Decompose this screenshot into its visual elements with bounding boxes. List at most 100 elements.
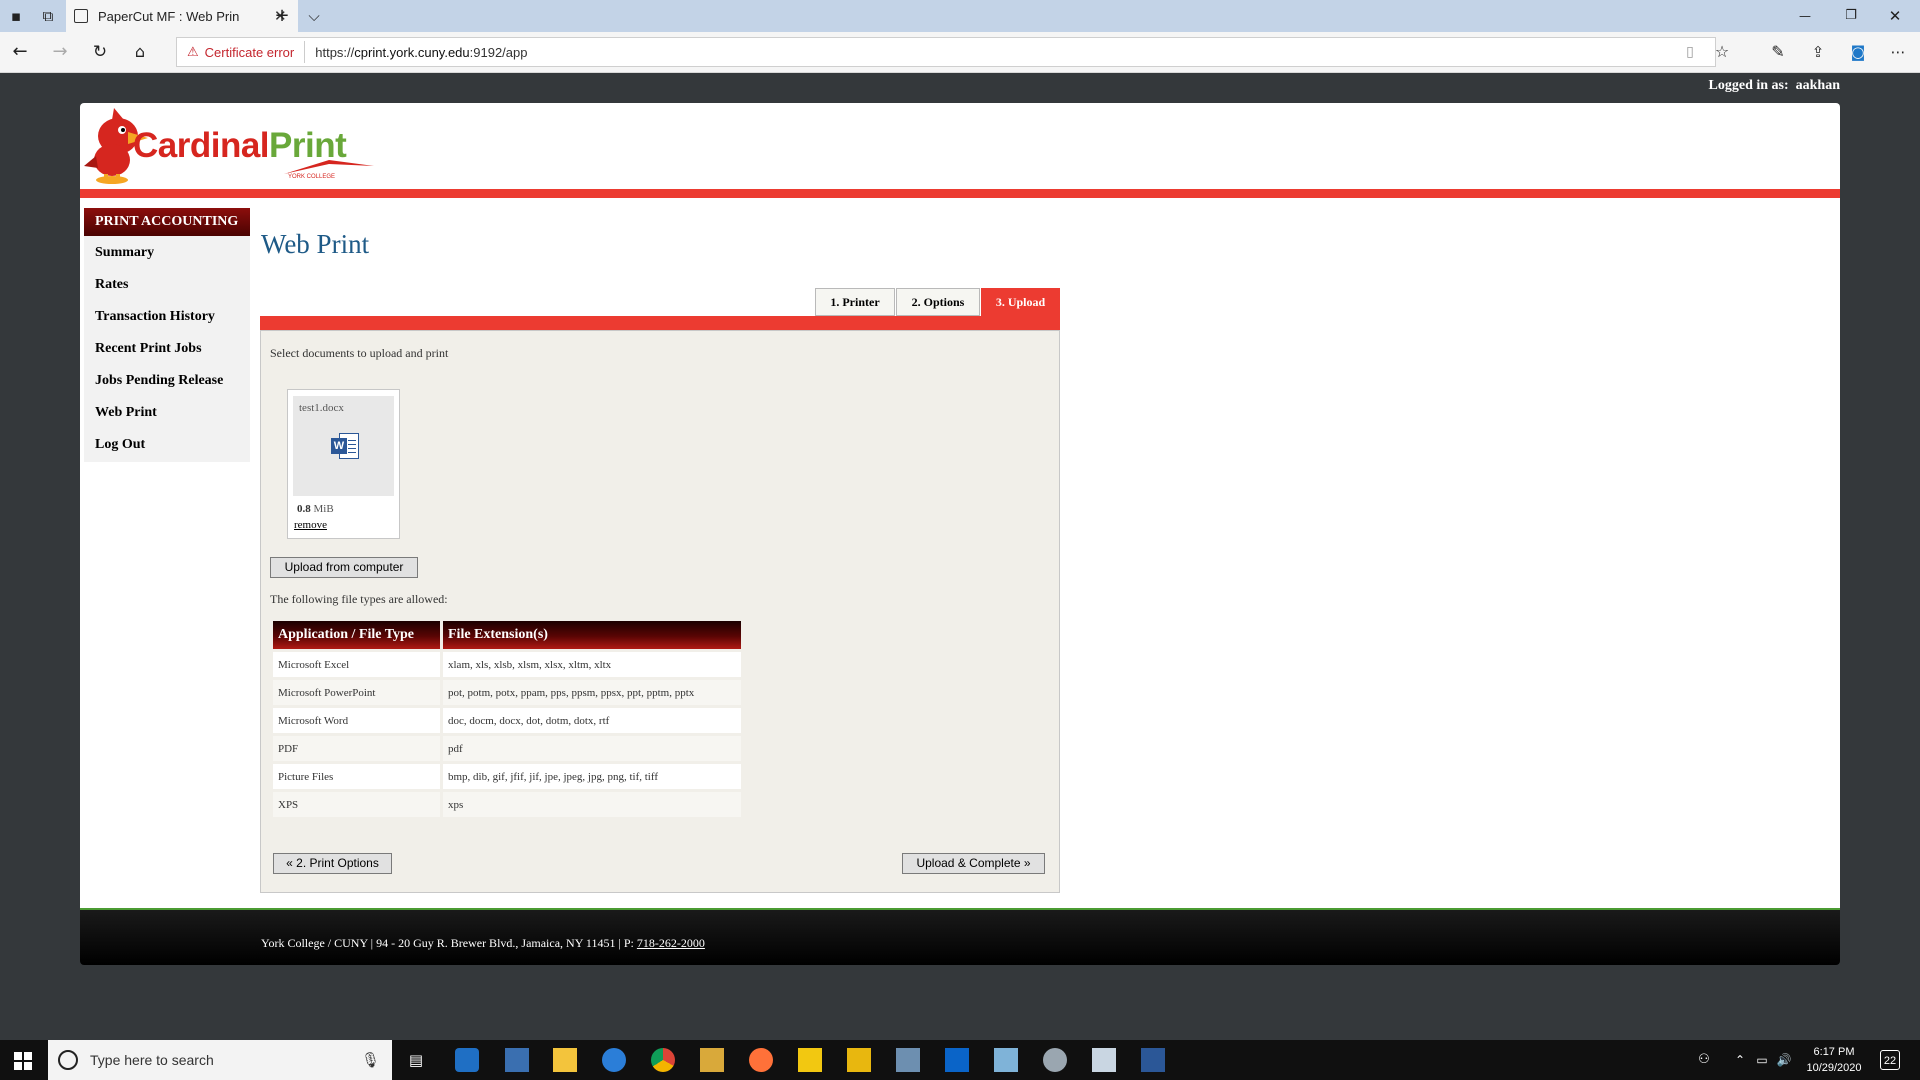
windows-start-icon[interactable]	[14, 1052, 32, 1070]
sidebar-item-summary[interactable]: Summary	[84, 236, 250, 268]
address-bar[interactable]: ⚠ Certificate error https://cprint.york.…	[176, 37, 1716, 67]
people-icon[interactable]: ⚇	[1694, 1044, 1714, 1076]
clock-date: 10/29/2020	[1806, 1062, 1862, 1074]
search-icon	[58, 1050, 78, 1070]
network-app-taskbar-icon[interactable]	[505, 1048, 529, 1072]
tab-list-chevron-icon[interactable]: ⌵	[302, 0, 326, 32]
charts-app-taskbar-icon[interactable]	[847, 1048, 871, 1072]
remote-desktop-taskbar-icon[interactable]	[896, 1048, 920, 1072]
sidebar-item-transaction-history[interactable]: Transaction History	[84, 300, 250, 332]
notification-center-icon[interactable]: 22	[1880, 1050, 1900, 1070]
logo-subtitle: YORK COLLEGE	[288, 174, 336, 180]
tools-taskbar-icon[interactable]	[700, 1048, 724, 1072]
chrome-taskbar-icon[interactable]	[651, 1048, 675, 1072]
footer-address: York College / CUNY | 94 - 20 Guy R. Bre…	[261, 936, 634, 950]
certificate-error-indicator[interactable]: ⚠ Certificate error	[187, 45, 294, 60]
home-icon[interactable]: ⌂	[128, 36, 152, 68]
remove-file-link[interactable]: remove	[294, 519, 327, 531]
step-tab-upload[interactable]: 3. Upload	[981, 288, 1060, 316]
file-types-table: Application / File Type File Extension(s…	[270, 618, 744, 820]
tray-chevron-up-icon[interactable]: ⌃	[1730, 1044, 1750, 1076]
file-explorer-taskbar-icon[interactable]	[553, 1048, 577, 1072]
table-cell-extensions: bmp, dib, gif, jfif, jif, jpe, jpeg, jpg…	[443, 764, 741, 789]
footer-phone-link[interactable]: 718-262-2000	[637, 936, 705, 950]
tab-actions-icon[interactable]: ▪	[4, 0, 28, 32]
warning-icon: ⚠	[187, 44, 199, 60]
edge-taskbar-icon[interactable]	[455, 1048, 479, 1072]
footer-text: York College / CUNY | 94 - 20 Guy R. Bre…	[261, 936, 705, 951]
taskbar-clock[interactable]: 6:17 PM 10/29/2020	[1794, 1044, 1874, 1076]
logo-cardinal: Cardinal	[133, 126, 270, 165]
tab-active[interactable]: PaperCut MF : Web Prin ✕	[66, 0, 298, 32]
tab-title: PaperCut MF : Web Prin	[98, 8, 240, 24]
refresh-icon[interactable]: ↻	[88, 36, 112, 68]
firefox-taskbar-icon[interactable]	[749, 1048, 773, 1072]
set-aside-tabs-icon[interactable]: ⧉	[36, 0, 60, 32]
microphone-icon[interactable]: 🎙	[361, 1051, 380, 1069]
url-rest: :9192/app	[469, 44, 528, 60]
url-scheme: https://	[315, 44, 355, 60]
taskbar-search-box[interactable]: Type here to search 🎙	[48, 1040, 392, 1080]
sidebar-item-jobs-pending-release[interactable]: Jobs Pending Release	[84, 364, 250, 396]
page-title: Web Print	[261, 229, 370, 259]
task-view-icon[interactable]: ▤	[404, 1044, 428, 1076]
extension-icon[interactable]: ◙	[1846, 36, 1870, 68]
power-bi-taskbar-icon[interactable]	[798, 1048, 822, 1072]
window-close-button[interactable]: ✕	[1882, 0, 1908, 32]
certificate-error-label: Certificate error	[204, 44, 295, 60]
table-cell-extensions: doc, docm, docx, dot, dotm, dotx, rtf	[443, 708, 741, 733]
table-row: Microsoft Excel xlam, xls, xlsb, xlsm, xl…	[273, 652, 741, 677]
pen-icon[interactable]: ✎	[1766, 36, 1790, 68]
allowed-types-text: The following file types are allowed:	[270, 592, 448, 606]
table-cell-type: Microsoft Excel	[273, 652, 440, 677]
page-icon	[74, 9, 88, 23]
table-cell-extensions: xps	[443, 792, 741, 817]
table-cell-type: XPS	[273, 792, 440, 817]
restore-button[interactable]: ❐	[1838, 0, 1864, 32]
previous-print-options-button[interactable]: « 2. Print Options	[273, 853, 392, 874]
logo-roof-icon	[284, 160, 374, 174]
column-header-extensions: File Extension(s)	[443, 621, 741, 649]
step-tab-printer[interactable]: 1. Printer	[815, 288, 895, 316]
reading-view-icon[interactable]: ▯	[1678, 36, 1702, 68]
sidebar-item-recent-print-jobs[interactable]: Recent Print Jobs	[84, 332, 250, 364]
uploaded-file-card: test1.docx W 0.8 MiB remove	[287, 389, 400, 539]
notes-taskbar-icon[interactable]	[994, 1048, 1018, 1072]
volume-icon[interactable]: 🔊	[1774, 1044, 1794, 1076]
minimize-button[interactable]: —	[1792, 0, 1818, 32]
upload-complete-button[interactable]: Upload & Complete »	[902, 853, 1045, 874]
word-taskbar-icon[interactable]	[1141, 1048, 1165, 1072]
search-placeholder: Type here to search	[90, 1052, 214, 1068]
more-menu-icon[interactable]: ⋯	[1886, 36, 1910, 68]
file-size-value: 0.8	[297, 503, 311, 515]
table-row: Microsoft PowerPoint pot, potm, potx, ppa…	[273, 680, 741, 705]
internet-explorer-taskbar-icon[interactable]	[602, 1048, 626, 1072]
sidebar-heading: PRINT ACCOUNTING	[84, 208, 250, 236]
table-cell-type: Picture Files	[273, 764, 440, 789]
new-tab-button[interactable]: +	[270, 0, 294, 32]
share-icon[interactable]: ⇪	[1806, 36, 1830, 68]
forward-arrow-icon[interactable]: →	[48, 36, 72, 68]
upload-instruction: Select documents to upload and print	[270, 346, 449, 360]
outlook-taskbar-icon[interactable]	[945, 1048, 969, 1072]
window-app-taskbar-icon[interactable]	[1092, 1048, 1116, 1072]
step-tab-options[interactable]: 2. Options	[896, 288, 980, 316]
upload-from-computer-button[interactable]: Upload from computer	[270, 557, 418, 578]
username: aakhan	[1795, 78, 1840, 93]
table-cell-extensions: pot, potm, potx, ppam, pps, ppsm, ppsx, …	[443, 680, 741, 705]
network-icon[interactable]: ▭	[1752, 1044, 1772, 1076]
sidebar-item-log-out[interactable]: Log Out	[84, 428, 250, 460]
sidebar-item-rates[interactable]: Rates	[84, 268, 250, 300]
table-row: PDF pdf	[273, 736, 741, 761]
back-arrow-icon[interactable]: ←	[8, 36, 32, 68]
table-cell-type: Microsoft Word	[273, 708, 440, 733]
steps-red-bar	[260, 316, 1060, 330]
cardinal-print-logo[interactable]: CardinalPrint YORK COLLEGE	[84, 104, 384, 188]
table-row: Microsoft Word doc, docm, docx, dot, dotm…	[273, 708, 741, 733]
sidebar-item-web-print[interactable]: Web Print	[84, 396, 250, 428]
paint-taskbar-icon[interactable]	[1043, 1048, 1067, 1072]
url-text: https://cprint.york.cuny.edu:9192/app	[315, 45, 527, 60]
url-host: cprint.york.cuny.edu	[354, 44, 470, 60]
clock-time: 6:17 PM	[1813, 1046, 1855, 1058]
favorite-star-icon[interactable]: ☆	[1710, 36, 1734, 68]
